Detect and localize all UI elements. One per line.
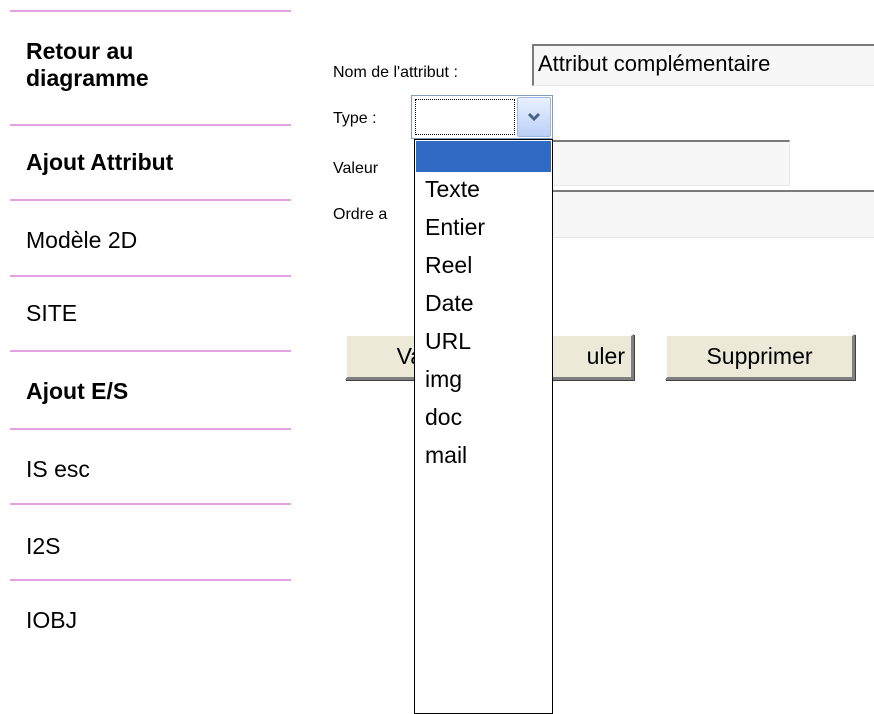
dropdown-option-img[interactable]: img — [425, 368, 462, 391]
sidebar-item-iobj[interactable]: IOBJ — [26, 607, 77, 634]
value-input[interactable] — [540, 140, 790, 186]
sidebar-divider — [10, 275, 291, 277]
sidebar-item-is-esc[interactable]: IS esc — [26, 456, 90, 483]
order-input[interactable] — [540, 190, 874, 238]
dropdown-option-entier[interactable]: Entier — [425, 216, 485, 239]
sidebar-divider — [10, 503, 291, 505]
sidebar-item-label: diagramme — [26, 65, 149, 91]
sidebar-item-i2s[interactable]: I2S — [26, 533, 61, 560]
type-select-value — [415, 99, 515, 135]
chevron-down-icon — [527, 112, 541, 122]
delete-button-label: Supprimer — [706, 343, 813, 369]
sidebar-item-model-2d[interactable]: Modèle 2D — [26, 227, 137, 254]
sidebar-divider — [10, 10, 291, 12]
sidebar-divider — [10, 428, 291, 430]
dropdown-arrow-button[interactable] — [517, 97, 551, 137]
sidebar-item-back-to-diagram[interactable]: Retour au diagramme — [26, 38, 149, 92]
type-label: Type : — [333, 110, 377, 127]
sidebar-item-add-io[interactable]: Ajout E/S — [26, 378, 128, 405]
dropdown-option-url[interactable]: URL — [425, 330, 471, 353]
dropdown-option-empty[interactable] — [416, 141, 551, 172]
sidebar-item-add-attribute[interactable]: Ajout Attribut — [26, 149, 173, 176]
delete-button[interactable]: Supprimer — [665, 334, 855, 380]
order-label: Ordre a — [333, 206, 388, 223]
value-label: Valeur — [333, 160, 379, 177]
type-dropdown-list[interactable]: Texte Entier Reel Date URL img doc mail — [414, 139, 553, 714]
dropdown-option-date[interactable]: Date — [425, 292, 474, 315]
dropdown-option-reel[interactable]: Reel — [425, 254, 472, 277]
sidebar-divider — [10, 199, 291, 201]
dropdown-option-mail[interactable]: mail — [425, 444, 467, 467]
sidebar-item-site[interactable]: SITE — [26, 300, 77, 327]
sidebar-divider — [10, 124, 291, 126]
attribute-name-label: Nom de l'attribut : — [333, 64, 458, 81]
sidebar-item-label: Retour au — [26, 38, 134, 64]
dropdown-option-doc[interactable]: doc — [425, 406, 462, 429]
type-select[interactable] — [411, 95, 553, 139]
sidebar-divider — [10, 350, 291, 352]
dropdown-option-texte[interactable]: Texte — [425, 178, 480, 201]
sidebar-divider — [10, 579, 291, 581]
attribute-name-input[interactable]: Attribut complémentaire — [532, 44, 874, 86]
